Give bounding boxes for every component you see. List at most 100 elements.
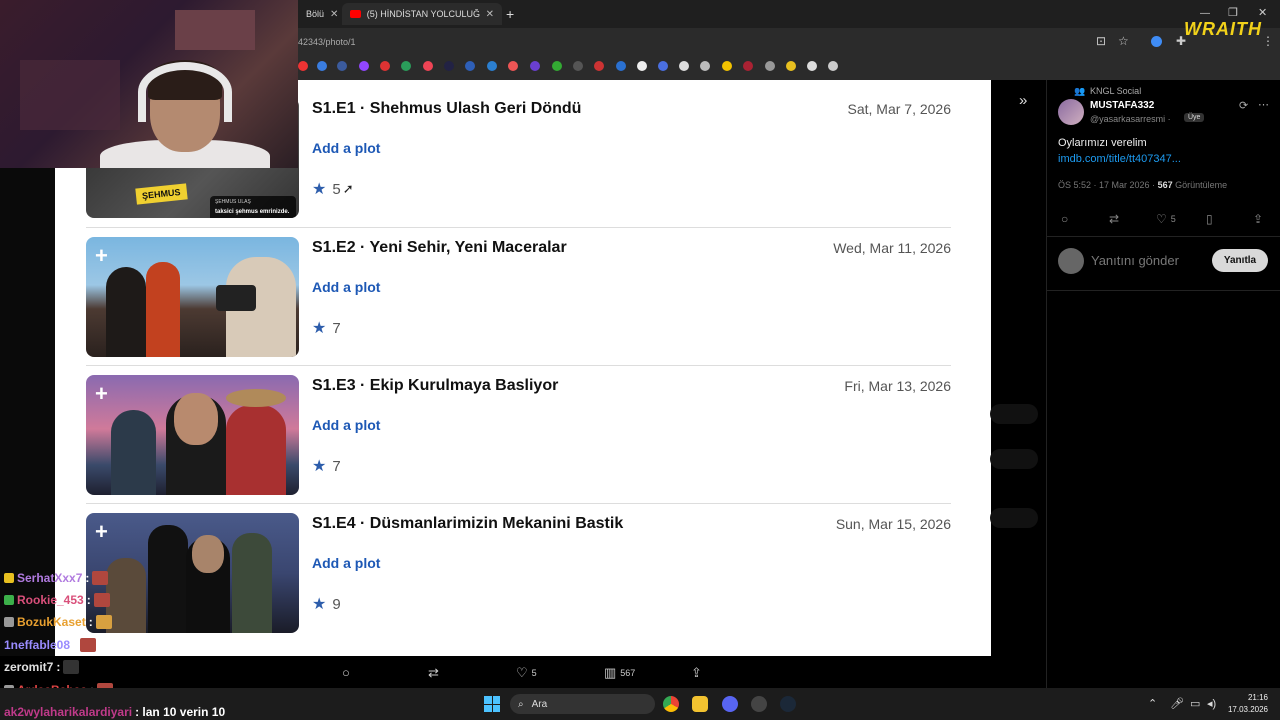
episode-title[interactable]: S1.E1 · Shehmus Ulash Geri Döndü: [312, 100, 581, 118]
episode-title[interactable]: S1.E4 · Düsmanlarimizin Mekanini Bastik: [312, 515, 623, 533]
bookmark-icon[interactable]: [743, 61, 753, 71]
bookmark-icon[interactable]: [700, 61, 710, 71]
episode-thumbnail[interactable]: +: [86, 513, 299, 633]
share-icon[interactable]: ⇪: [1253, 212, 1263, 226]
windows-start-icon[interactable]: [484, 696, 500, 712]
discord-icon[interactable]: [722, 696, 738, 712]
bookmark-icon[interactable]: [722, 61, 732, 71]
bookmark-icon[interactable]: [573, 61, 583, 71]
episode-title[interactable]: S1.E3 · Ekip Kurulmaya Basliyor: [312, 377, 558, 395]
more-options-icon[interactable]: ⋯: [1258, 98, 1269, 111]
volume-icon[interactable]: ◂): [1207, 697, 1216, 710]
bookmark-star-icon[interactable]: ☆: [1118, 34, 1129, 48]
network-icon[interactable]: ▭: [1190, 697, 1200, 710]
bookmark-icon[interactable]: [444, 61, 454, 71]
bookmark-icon[interactable]: [337, 61, 347, 71]
close-icon[interactable]: ✕: [330, 9, 338, 20]
menu-dots-icon[interactable]: ⋮: [1262, 34, 1274, 48]
minimize-icon[interactable]: —: [1200, 8, 1210, 19]
reply-icon[interactable]: ○: [342, 665, 350, 680]
episode-rating[interactable]: ★ 7: [312, 456, 341, 476]
avatar[interactable]: [1058, 99, 1084, 125]
bookmark-icon[interactable]: [508, 61, 518, 71]
steam-icon[interactable]: [780, 696, 796, 712]
bookmark-icon[interactable]: [401, 61, 411, 71]
add-watchlist-icon[interactable]: +: [95, 243, 108, 269]
reply-icon[interactable]: ○: [1061, 212, 1068, 226]
close-icon[interactable]: ✕: [486, 9, 494, 20]
grok-icon[interactable]: ⟳: [1239, 99, 1248, 112]
bookmark-icon[interactable]: [359, 61, 369, 71]
close-window-icon[interactable]: ✕: [1258, 6, 1267, 19]
chat-username: BozukKaset: [17, 615, 86, 629]
url-field[interactable]: 42343/photo/1: [298, 37, 356, 47]
tweet-link[interactable]: imdb.com/title/tt407347...: [1058, 153, 1181, 165]
chat-text: :: [88, 615, 93, 629]
bookmark-icon[interactable]: [679, 61, 689, 71]
emote-icon: [80, 638, 97, 652]
bookmark-icon[interactable]: [616, 61, 626, 71]
bookmark-icon[interactable]: [552, 61, 562, 71]
file-explorer-icon[interactable]: [692, 696, 708, 712]
add-watchlist-icon[interactable]: +: [95, 381, 108, 407]
community-label[interactable]: KNGL Social: [1090, 86, 1141, 96]
episode-rating[interactable]: ★ 9: [312, 594, 341, 614]
episode-title[interactable]: S1.E2 · Yeni Sehir, Yeni Maceralar: [312, 239, 567, 257]
bookmark-icon[interactable]: [658, 61, 668, 71]
bookmark-icon[interactable]: [786, 61, 796, 71]
bookmark-icon[interactable]: [465, 61, 475, 71]
reply-input[interactable]: Yanıtını gönder: [1091, 253, 1179, 268]
reply-button[interactable]: Yanıtla: [1212, 249, 1268, 272]
add-plot-link[interactable]: Add a plot: [312, 555, 380, 571]
views-button[interactable]: ▥ 567: [604, 665, 635, 681]
add-plot-link[interactable]: Add a plot: [312, 417, 380, 433]
chat-message: zeromit7 :: [4, 660, 80, 674]
taskbar-clock[interactable]: 21:16 17.03.2026: [1222, 693, 1268, 714]
bookmark-icon[interactable]: [637, 61, 647, 71]
retweet-icon[interactable]: ⇄: [428, 665, 439, 681]
heart-icon: ♡: [516, 665, 528, 680]
bookmark-icon[interactable]: ▯: [1206, 212, 1213, 226]
add-plot-link[interactable]: Add a plot: [312, 140, 380, 156]
episode-thumbnail[interactable]: +: [86, 375, 299, 495]
taskbar-search[interactable]: ⌕ Ara: [510, 694, 655, 714]
browser-tab-active[interactable]: (5) HİNDİSTAN YOLCULUĞU VE ✕: [342, 3, 502, 25]
microphone-icon[interactable]: 🎤︎: [1170, 697, 1184, 710]
bookmark-icon[interactable]: [487, 61, 497, 71]
like-count: 5: [1170, 214, 1176, 224]
expand-chevrons-icon[interactable]: »: [1019, 92, 1027, 109]
bookmark-icon[interactable]: [530, 61, 540, 71]
browser-tab[interactable]: Bölü ✕: [298, 3, 338, 25]
bookmark-icon[interactable]: [828, 61, 838, 71]
like-button[interactable]: ♡ 5: [1156, 212, 1176, 226]
bookmark-icon[interactable]: [317, 61, 327, 71]
install-icon[interactable]: ⊡: [1096, 34, 1106, 48]
tray-chevron-icon[interactable]: ⌃: [1148, 697, 1157, 710]
like-button[interactable]: ♡ 5: [516, 665, 537, 681]
new-tab-icon[interactable]: +: [506, 6, 514, 22]
bookmark-icon[interactable]: [298, 61, 308, 71]
share-icon[interactable]: ⇪: [691, 665, 702, 681]
episode-rating[interactable]: ★ 5 ➚: [312, 179, 354, 199]
sub-badge-icon: [4, 617, 14, 627]
add-plot-link[interactable]: Add a plot: [312, 279, 380, 295]
add-watchlist-icon[interactable]: +: [95, 519, 108, 545]
chrome-icon[interactable]: [663, 696, 679, 712]
retweet-icon[interactable]: ⇄: [1109, 212, 1119, 226]
tweet-username[interactable]: MUSTAFA332: [1090, 100, 1154, 111]
chat-message: ak2wylaharikalardiyari : lan 10 verin 10: [4, 705, 225, 719]
search-icon: ⌕: [518, 698, 524, 710]
divider: [86, 365, 951, 366]
caption-text: taksici şehmus emrinizde.: [215, 209, 290, 215]
episode-rating[interactable]: ★ 7: [312, 318, 341, 338]
bookmark-icon[interactable]: [765, 61, 775, 71]
episode-thumbnail[interactable]: +: [86, 237, 299, 357]
bookmark-icon[interactable]: [380, 61, 390, 71]
bookmark-icon[interactable]: [807, 61, 817, 71]
bookmark-icon[interactable]: [594, 61, 604, 71]
tweet-handle[interactable]: @yasarkasarresmi ·: [1090, 114, 1171, 124]
maximize-icon[interactable]: ❐: [1228, 6, 1238, 19]
bookmark-icon[interactable]: [423, 61, 433, 71]
app-icon[interactable]: [751, 696, 767, 712]
extension-icon[interactable]: [1151, 36, 1162, 47]
